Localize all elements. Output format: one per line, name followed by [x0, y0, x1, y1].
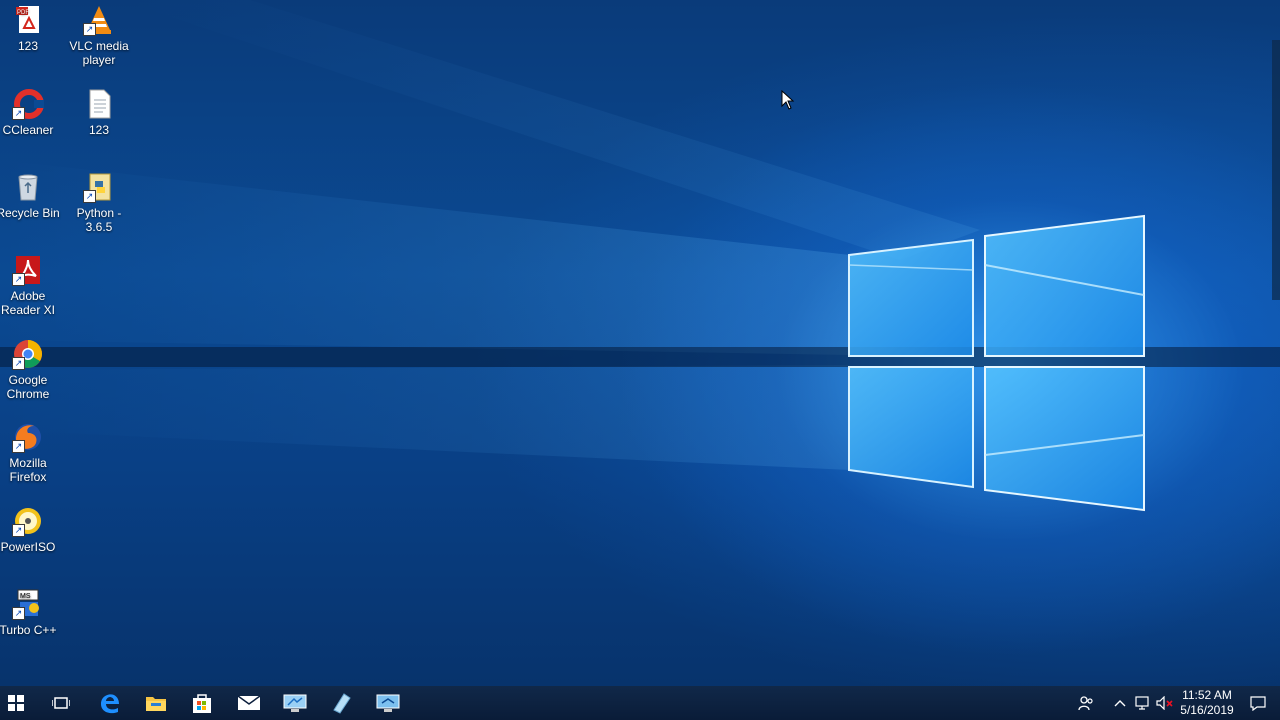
people-icon [1078, 696, 1093, 711]
ccleaner-icon: ↗ [12, 88, 44, 120]
svg-text:MS: MS [20, 593, 31, 600]
taskbar: 11:52 AM 5/16/2019 [0, 686, 1280, 720]
desktop-icon-label: CCleaner [2, 123, 54, 137]
remote-connection-icon [376, 694, 400, 712]
turbo-cpp-icon: MS ↗ [12, 588, 44, 620]
vlc-icon: ↗ [83, 4, 115, 36]
shortcut-arrow-icon: ↗ [12, 357, 25, 370]
edge-icon [101, 694, 119, 714]
start-icon [8, 695, 24, 711]
desktop-icon-poweriso[interactable]: ↗ PowerISO [0, 505, 63, 554]
text-file-icon [83, 88, 115, 120]
chrome-icon: ↗ [12, 338, 44, 370]
desktop-icon-chrome[interactable]: ↗ Google Chrome [0, 338, 63, 401]
clock-date: 5/16/2019 [1180, 703, 1234, 717]
svg-text:PDF: PDF [17, 10, 29, 16]
desktop-icon-vlc[interactable]: ↗ VLC media player [64, 4, 134, 67]
desktop-icon-label: Turbo C++ [0, 623, 57, 637]
desktop-icon-label: PowerISO [0, 540, 56, 554]
file-explorer-icon [146, 697, 166, 711]
shortcut-arrow-icon: ↗ [12, 107, 25, 120]
firefox-icon: ↗ [12, 421, 44, 453]
remote-desktop-icon [283, 694, 307, 712]
desktop-icon-label: Adobe Reader XI [0, 289, 56, 317]
shortcut-arrow-icon: ↗ [12, 273, 25, 286]
mail-icon [237, 695, 261, 710]
chevron-up-icon [1114, 700, 1126, 707]
desktop-icon-label: Python - 3.6.5 [76, 206, 122, 234]
shortcut-arrow-icon: ↗ [12, 524, 25, 537]
network-button[interactable] [1133, 686, 1153, 720]
desktop[interactable]: PDF 123 ↗ CCleaner Recycle Bin ↗ Adobe R… [0, 0, 1280, 686]
show-hidden-icons-button[interactable] [1111, 686, 1129, 720]
action-center-button[interactable] [1246, 686, 1270, 720]
pdf-icon: PDF [12, 4, 44, 36]
windows-wallpaper [0, 0, 1280, 512]
shortcut-arrow-icon: ↗ [12, 440, 25, 453]
clock-time: 11:52 AM [1182, 688, 1232, 702]
desktop-icon-pdf-123[interactable]: PDF 123 [0, 4, 63, 53]
desktop-icon-text-123[interactable]: 123 [64, 88, 134, 137]
taskbar-store[interactable] [179, 686, 225, 720]
notepad-icon [333, 693, 351, 714]
desktop-icon-label: Recycle Bin [0, 206, 60, 220]
network-icon [1135, 696, 1149, 710]
shortcut-arrow-icon: ↗ [83, 190, 96, 203]
desktop-icon-adobe-reader[interactable]: ↗ Adobe Reader XI [0, 254, 63, 317]
task-view-button[interactable] [38, 686, 84, 720]
taskbar-remote-desktop[interactable] [272, 686, 318, 720]
shortcut-arrow-icon: ↗ [12, 607, 25, 620]
desktop-icon-label: 123 [88, 123, 110, 137]
recycle-bin-icon [12, 171, 44, 203]
python-installer-icon: ↗ [83, 171, 115, 203]
taskbar-notepad[interactable] [318, 686, 364, 720]
poweriso-icon: ↗ [12, 505, 44, 537]
taskbar-file-explorer[interactable] [133, 686, 179, 720]
store-icon [193, 694, 211, 713]
start-button[interactable] [0, 686, 39, 720]
desktop-icon-recycle-bin[interactable]: Recycle Bin [0, 171, 63, 220]
desktop-icon-firefox[interactable]: ↗ Mozilla Firefox [0, 421, 63, 484]
desktop-icon-python[interactable]: ↗ Python - 3.6.5 [64, 171, 134, 234]
taskbar-clock[interactable]: 11:52 AM 5/16/2019 [1172, 688, 1242, 718]
adobe-reader-icon: ↗ [12, 254, 44, 286]
desktop-icon-turbo-cpp[interactable]: MS ↗ Turbo C++ [0, 588, 63, 637]
notification-icon [1250, 695, 1266, 711]
desktop-icon-label: 123 [17, 39, 39, 53]
people-button[interactable] [1075, 686, 1097, 720]
desktop-icon-label: Google Chrome [6, 373, 50, 401]
desktop-icon-ccleaner[interactable]: ↗ CCleaner [0, 88, 63, 137]
shortcut-arrow-icon: ↗ [83, 23, 96, 36]
mouse-cursor-icon [781, 89, 795, 115]
desktop-icon-label: Mozilla Firefox [9, 456, 47, 484]
taskbar-remote-connection[interactable] [365, 686, 411, 720]
taskbar-edge[interactable] [87, 686, 133, 720]
task-view-icon [52, 697, 70, 709]
taskbar-mail[interactable] [226, 686, 272, 720]
desktop-icon-label: VLC media player [69, 39, 129, 67]
